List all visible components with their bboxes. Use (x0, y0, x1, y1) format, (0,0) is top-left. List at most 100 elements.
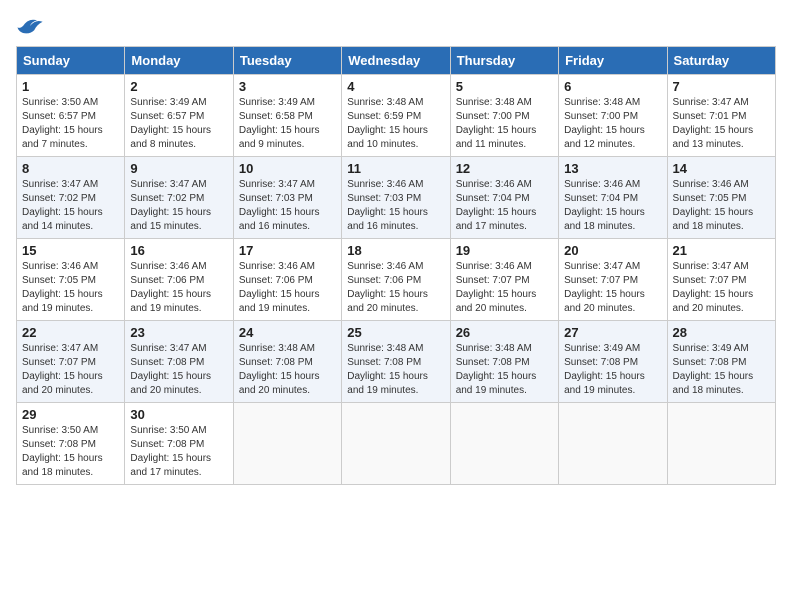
day-number: 24 (239, 325, 336, 340)
calendar-week-row: 22 Sunrise: 3:47 AMSunset: 7:07 PMDayligh… (17, 321, 776, 403)
day-detail: Sunrise: 3:47 AMSunset: 7:02 PMDaylight:… (130, 178, 227, 234)
day-detail: Sunrise: 3:47 AMSunset: 7:01 PMDaylight:… (673, 96, 770, 152)
logo (16, 16, 48, 36)
day-number: 13 (564, 161, 661, 176)
day-number: 3 (239, 79, 336, 94)
day-number: 18 (347, 243, 444, 258)
calendar-day-cell: 27 Sunrise: 3:49 AMSunset: 7:08 PMDayligh… (559, 321, 667, 403)
day-number: 20 (564, 243, 661, 258)
calendar-day-cell: 14 Sunrise: 3:46 AMSunset: 7:05 PMDayligh… (667, 157, 775, 239)
calendar-day-cell (450, 403, 558, 485)
day-detail: Sunrise: 3:50 AMSunset: 6:57 PMDaylight:… (22, 96, 119, 152)
calendar-day-cell: 15Sunrise: 3:46 AMSunset: 7:05 PMDayligh… (17, 239, 125, 321)
calendar-day-cell: 17Sunrise: 3:46 AMSunset: 7:06 PMDayligh… (233, 239, 341, 321)
calendar-day-cell: 1 Sunrise: 3:50 AMSunset: 6:57 PMDaylight… (17, 75, 125, 157)
day-number: 26 (456, 325, 553, 340)
day-number: 19 (456, 243, 553, 258)
calendar-day-cell: 25Sunrise: 3:48 AMSunset: 7:08 PMDayligh… (342, 321, 450, 403)
day-number: 22 (22, 325, 119, 340)
day-detail: Sunrise: 3:46 AMSunset: 7:03 PMDaylight:… (347, 178, 444, 234)
calendar-day-cell: 8 Sunrise: 3:47 AMSunset: 7:02 PMDaylight… (17, 157, 125, 239)
calendar-header-cell: Friday (559, 47, 667, 75)
calendar-day-cell: 10 Sunrise: 3:47 AMSunset: 7:03 PMDayligh… (233, 157, 341, 239)
day-number: 27 (564, 325, 661, 340)
calendar-day-cell: 2Sunrise: 3:49 AMSunset: 6:57 PMDaylight… (125, 75, 233, 157)
day-number: 28 (673, 325, 770, 340)
day-number: 11 (347, 161, 444, 176)
day-detail: Sunrise: 3:46 AMSunset: 7:05 PMDaylight:… (22, 260, 119, 316)
calendar-day-cell: 7 Sunrise: 3:47 AMSunset: 7:01 PMDaylight… (667, 75, 775, 157)
calendar-header-cell: Tuesday (233, 47, 341, 75)
calendar-day-cell (559, 403, 667, 485)
day-detail: Sunrise: 3:48 AMSunset: 7:08 PMDaylight:… (456, 342, 553, 398)
day-detail: Sunrise: 3:46 AMSunset: 7:06 PMDaylight:… (130, 260, 227, 316)
calendar-table: SundayMondayTuesdayWednesdayThursdayFrid… (16, 46, 776, 485)
calendar-day-cell: 16Sunrise: 3:46 AMSunset: 7:06 PMDayligh… (125, 239, 233, 321)
day-detail: Sunrise: 3:46 AMSunset: 7:04 PMDaylight:… (564, 178, 661, 234)
calendar-body: 1 Sunrise: 3:50 AMSunset: 6:57 PMDaylight… (17, 75, 776, 485)
day-detail: Sunrise: 3:47 AMSunset: 7:03 PMDaylight:… (239, 178, 336, 234)
day-number: 25 (347, 325, 444, 340)
day-detail: Sunrise: 3:50 AMSunset: 7:08 PMDaylight:… (22, 424, 119, 480)
calendar-day-cell: 23 Sunrise: 3:47 AMSunset: 7:08 PMDayligh… (125, 321, 233, 403)
day-number: 9 (130, 161, 227, 176)
day-detail: Sunrise: 3:46 AMSunset: 7:04 PMDaylight:… (456, 178, 553, 234)
day-detail: Sunrise: 3:48 AMSunset: 7:08 PMDaylight:… (239, 342, 336, 398)
day-detail: Sunrise: 3:46 AMSunset: 7:07 PMDaylight:… (456, 260, 553, 316)
day-detail: Sunrise: 3:48 AMSunset: 6:59 PMDaylight:… (347, 96, 444, 152)
day-detail: Sunrise: 3:47 AMSunset: 7:02 PMDaylight:… (22, 178, 119, 234)
calendar-day-cell: 30Sunrise: 3:50 AMSunset: 7:08 PMDayligh… (125, 403, 233, 485)
calendar-header-cell: Wednesday (342, 47, 450, 75)
day-detail: Sunrise: 3:49 AMSunset: 6:57 PMDaylight:… (130, 96, 227, 152)
day-number: 8 (22, 161, 119, 176)
calendar-day-cell (233, 403, 341, 485)
calendar-header-cell: Saturday (667, 47, 775, 75)
calendar-day-cell: 12 Sunrise: 3:46 AMSunset: 7:04 PMDayligh… (450, 157, 558, 239)
calendar-day-cell: 5 Sunrise: 3:48 AMSunset: 7:00 PMDaylight… (450, 75, 558, 157)
day-detail: Sunrise: 3:49 AMSunset: 7:08 PMDaylight:… (673, 342, 770, 398)
day-detail: Sunrise: 3:47 AMSunset: 7:08 PMDaylight:… (130, 342, 227, 398)
day-number: 7 (673, 79, 770, 94)
day-detail: Sunrise: 3:47 AMSunset: 7:07 PMDaylight:… (564, 260, 661, 316)
day-detail: Sunrise: 3:46 AMSunset: 7:05 PMDaylight:… (673, 178, 770, 234)
calendar-week-row: 8 Sunrise: 3:47 AMSunset: 7:02 PMDaylight… (17, 157, 776, 239)
calendar-header-cell: Sunday (17, 47, 125, 75)
day-number: 21 (673, 243, 770, 258)
calendar-day-cell: 22 Sunrise: 3:47 AMSunset: 7:07 PMDayligh… (17, 321, 125, 403)
day-detail: Sunrise: 3:49 AMSunset: 7:08 PMDaylight:… (564, 342, 661, 398)
calendar-header-cell: Monday (125, 47, 233, 75)
day-number: 1 (22, 79, 119, 94)
day-detail: Sunrise: 3:47 AMSunset: 7:07 PMDaylight:… (673, 260, 770, 316)
day-number: 29 (22, 407, 119, 422)
calendar-day-cell: 18 Sunrise: 3:46 AMSunset: 7:06 PMDayligh… (342, 239, 450, 321)
day-number: 5 (456, 79, 553, 94)
page-header (16, 16, 776, 36)
calendar-week-row: 1 Sunrise: 3:50 AMSunset: 6:57 PMDaylight… (17, 75, 776, 157)
calendar-day-cell: 29 Sunrise: 3:50 AMSunset: 7:08 PMDayligh… (17, 403, 125, 485)
day-detail: Sunrise: 3:47 AMSunset: 7:07 PMDaylight:… (22, 342, 119, 398)
day-detail: Sunrise: 3:46 AMSunset: 7:06 PMDaylight:… (347, 260, 444, 316)
calendar-day-cell: 26 Sunrise: 3:48 AMSunset: 7:08 PMDayligh… (450, 321, 558, 403)
day-detail: Sunrise: 3:49 AMSunset: 6:58 PMDaylight:… (239, 96, 336, 152)
calendar-day-cell: 24 Sunrise: 3:48 AMSunset: 7:08 PMDayligh… (233, 321, 341, 403)
calendar-day-cell: 4Sunrise: 3:48 AMSunset: 6:59 PMDaylight… (342, 75, 450, 157)
calendar-day-cell: 11 Sunrise: 3:46 AMSunset: 7:03 PMDayligh… (342, 157, 450, 239)
day-number: 12 (456, 161, 553, 176)
day-detail: Sunrise: 3:48 AMSunset: 7:00 PMDaylight:… (456, 96, 553, 152)
calendar-day-cell: 21 Sunrise: 3:47 AMSunset: 7:07 PMDayligh… (667, 239, 775, 321)
calendar-day-cell (667, 403, 775, 485)
calendar-header-row: SundayMondayTuesdayWednesdayThursdayFrid… (17, 47, 776, 75)
calendar-day-cell: 28 Sunrise: 3:49 AMSunset: 7:08 PMDayligh… (667, 321, 775, 403)
day-number: 23 (130, 325, 227, 340)
calendar-day-cell: 13 Sunrise: 3:46 AMSunset: 7:04 PMDayligh… (559, 157, 667, 239)
calendar-day-cell (342, 403, 450, 485)
calendar-day-cell: 3 Sunrise: 3:49 AMSunset: 6:58 PMDaylight… (233, 75, 341, 157)
calendar-day-cell: 9 Sunrise: 3:47 AMSunset: 7:02 PMDaylight… (125, 157, 233, 239)
day-number: 10 (239, 161, 336, 176)
day-number: 14 (673, 161, 770, 176)
logo-icon (16, 16, 44, 36)
calendar-day-cell: 6Sunrise: 3:48 AMSunset: 7:00 PMDaylight… (559, 75, 667, 157)
calendar-week-row: 15Sunrise: 3:46 AMSunset: 7:05 PMDayligh… (17, 239, 776, 321)
day-detail: Sunrise: 3:50 AMSunset: 7:08 PMDaylight:… (130, 424, 227, 480)
day-detail: Sunrise: 3:48 AMSunset: 7:00 PMDaylight:… (564, 96, 661, 152)
